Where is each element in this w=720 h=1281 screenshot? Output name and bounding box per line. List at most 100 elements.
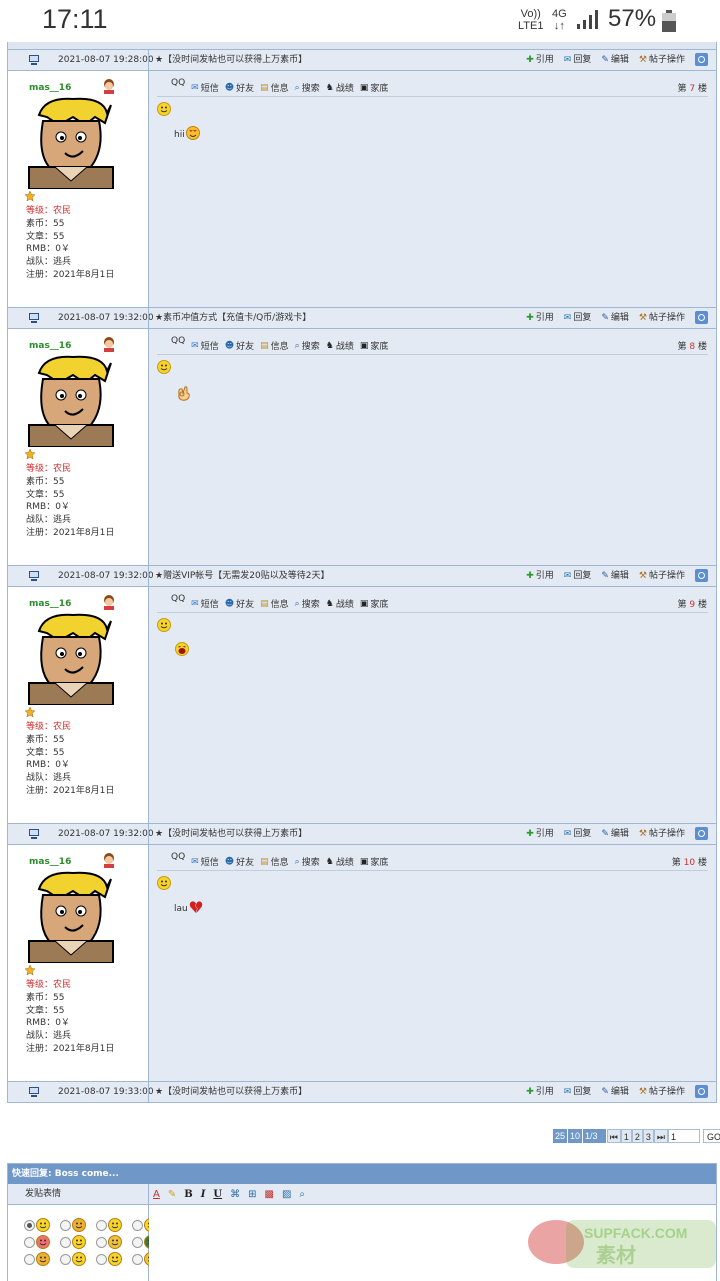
emoticon-radio[interactable]	[24, 1219, 35, 1231]
emoticon-radio[interactable]	[60, 1219, 71, 1231]
battle-button[interactable]: ♞ 战绩	[326, 81, 354, 95]
friend-button[interactable]: ☻ 好友	[225, 597, 254, 611]
edit-button[interactable]: ✎ 编辑	[601, 824, 629, 844]
username-link[interactable]: mas__16	[29, 83, 71, 93]
promo-notice-link[interactable]: ★【没时间发帖也可以获得上万素币】	[155, 50, 307, 70]
emoticon-radio[interactable]	[60, 1253, 71, 1265]
last-page-icon[interactable]: ⏭	[653, 1129, 669, 1143]
emoticon-option[interactable]	[24, 1252, 60, 1266]
first-page-icon[interactable]: ⏮	[606, 1129, 621, 1143]
emoticon-option[interactable]	[96, 1252, 132, 1266]
edit-button[interactable]: ✎ 编辑	[601, 566, 629, 586]
emoticon-option[interactable]	[24, 1218, 60, 1232]
page-2-link[interactable]: 2	[631, 1129, 643, 1143]
username-link[interactable]: mas__16	[29, 341, 71, 351]
image-icon[interactable]: ▨	[282, 1189, 291, 1200]
reply-button[interactable]: ✉ 回复	[564, 308, 592, 328]
emoticon-option[interactable]	[96, 1235, 132, 1249]
underline-button[interactable]: U	[213, 1189, 222, 1200]
emoticon-option[interactable]	[60, 1252, 96, 1266]
back-to-top-icon[interactable]	[695, 311, 708, 324]
home-button[interactable]: ▣ 家底	[360, 81, 389, 95]
reply-button[interactable]: ✉ 回复	[564, 50, 592, 70]
promo-notice-link[interactable]: ★【没时间发帖也可以获得上万素币】	[155, 824, 307, 844]
reply-button[interactable]: ✉ 回复	[564, 824, 592, 844]
post-ops-button[interactable]: ⚒ 帖子操作	[639, 824, 685, 844]
italic-button[interactable]: I	[201, 1189, 206, 1200]
username-link[interactable]: mas__16	[29, 857, 71, 867]
username-link[interactable]: mas__16	[29, 599, 71, 609]
emoticon-option[interactable]	[60, 1218, 96, 1232]
highlight-icon[interactable]: ✎	[168, 1189, 176, 1200]
emoticon-option[interactable]	[24, 1235, 60, 1249]
info-button[interactable]: ▤ 信息	[260, 597, 289, 611]
emoticon-radio[interactable]	[96, 1236, 107, 1248]
page-1-link[interactable]: 1	[620, 1129, 632, 1143]
search-button[interactable]: ⌕ 搜索	[295, 81, 320, 95]
battle-button[interactable]: ♞ 战绩	[326, 855, 354, 869]
link-icon[interactable]: ⌘	[230, 1189, 240, 1200]
back-to-top-icon[interactable]	[695, 827, 708, 840]
qq-link[interactable]: QQ	[171, 336, 185, 346]
home-button[interactable]: ▣ 家底	[360, 855, 389, 869]
emoticon-radio[interactable]	[132, 1219, 143, 1231]
post-ops-button[interactable]: ⚒ 帖子操作	[639, 50, 685, 70]
emoticon-option[interactable]	[60, 1235, 96, 1249]
qq-link[interactable]: QQ	[171, 594, 185, 604]
emoticon-radio[interactable]	[60, 1236, 71, 1248]
post-ops-button[interactable]: ⚒ 帖子操作	[639, 308, 685, 328]
emoticon-option[interactable]	[96, 1218, 132, 1232]
flash-icon[interactable]: ▩	[265, 1189, 274, 1200]
quote-button[interactable]: ✚ 引用	[526, 1082, 554, 1102]
back-to-top-icon[interactable]	[695, 1085, 708, 1098]
emoticon-radio[interactable]	[132, 1236, 143, 1248]
edit-button[interactable]: ✎ 编辑	[601, 308, 629, 328]
page-3-link[interactable]: 3	[642, 1129, 654, 1143]
info-button[interactable]: ▤ 信息	[260, 81, 289, 95]
go-button[interactable]: GO	[703, 1129, 720, 1143]
sms-button[interactable]: ✉ 短信	[191, 597, 219, 611]
home-button[interactable]: ▣ 家底	[360, 339, 389, 353]
per-page-25[interactable]: 25	[553, 1129, 569, 1143]
sms-button[interactable]: ✉ 短信	[191, 339, 219, 353]
reply-button[interactable]: ✉ 回复	[564, 566, 592, 586]
preview-icon[interactable]: ⌕	[299, 1189, 305, 1200]
battle-button[interactable]: ♞ 战绩	[326, 597, 354, 611]
sms-button[interactable]: ✉ 短信	[191, 81, 219, 95]
back-to-top-icon[interactable]	[695, 53, 708, 66]
quote-button[interactable]: ✚ 引用	[526, 50, 554, 70]
friend-button[interactable]: ☻ 好友	[225, 339, 254, 353]
post-ops-button[interactable]: ⚒ 帖子操作	[639, 566, 685, 586]
promo-notice-link[interactable]: ★【没时间发帖也可以获得上万素币】	[155, 1082, 307, 1102]
friend-button[interactable]: ☻ 好友	[225, 855, 254, 869]
promo-notice-link[interactable]: ★赠送VIP帐号【无需发20贴以及等待2天】	[155, 566, 330, 586]
quote-button[interactable]: ✚ 引用	[526, 566, 554, 586]
sms-button[interactable]: ✉ 短信	[191, 855, 219, 869]
promo-notice-link[interactable]: ★素币冲值方式【充值卡/Q币/游戏卡】	[155, 308, 311, 328]
friend-button[interactable]: ☻ 好友	[225, 81, 254, 95]
quote-button[interactable]: ✚ 引用	[526, 308, 554, 328]
per-page-10[interactable]: 10	[568, 1129, 584, 1143]
info-button[interactable]: ▤ 信息	[260, 339, 289, 353]
edit-button[interactable]: ✎ 编辑	[601, 50, 629, 70]
quote-button[interactable]: ✚ 引用	[526, 824, 554, 844]
reply-button[interactable]: ✉ 回复	[564, 1082, 592, 1102]
edit-button[interactable]: ✎ 编辑	[601, 1082, 629, 1102]
search-button[interactable]: ⌕ 搜索	[295, 597, 320, 611]
table-icon[interactable]: ⊞	[248, 1189, 256, 1200]
info-button[interactable]: ▤ 信息	[260, 855, 289, 869]
qq-link[interactable]: QQ	[171, 78, 185, 88]
home-button[interactable]: ▣ 家底	[360, 597, 389, 611]
emoticon-radio[interactable]	[96, 1253, 107, 1265]
post-ops-button[interactable]: ⚒ 帖子操作	[639, 1082, 685, 1102]
emoticon-radio[interactable]	[132, 1253, 143, 1265]
page-jump-input[interactable]: 1	[668, 1129, 701, 1143]
search-button[interactable]: ⌕ 搜索	[295, 339, 320, 353]
search-button[interactable]: ⌕ 搜索	[295, 855, 320, 869]
battle-button[interactable]: ♞ 战绩	[326, 339, 354, 353]
emoticon-radio[interactable]	[24, 1253, 35, 1265]
qq-link[interactable]: QQ	[171, 852, 185, 862]
back-to-top-icon[interactable]	[695, 569, 708, 582]
font-color-icon[interactable]: A	[153, 1189, 160, 1200]
emoticon-radio[interactable]	[24, 1236, 35, 1248]
